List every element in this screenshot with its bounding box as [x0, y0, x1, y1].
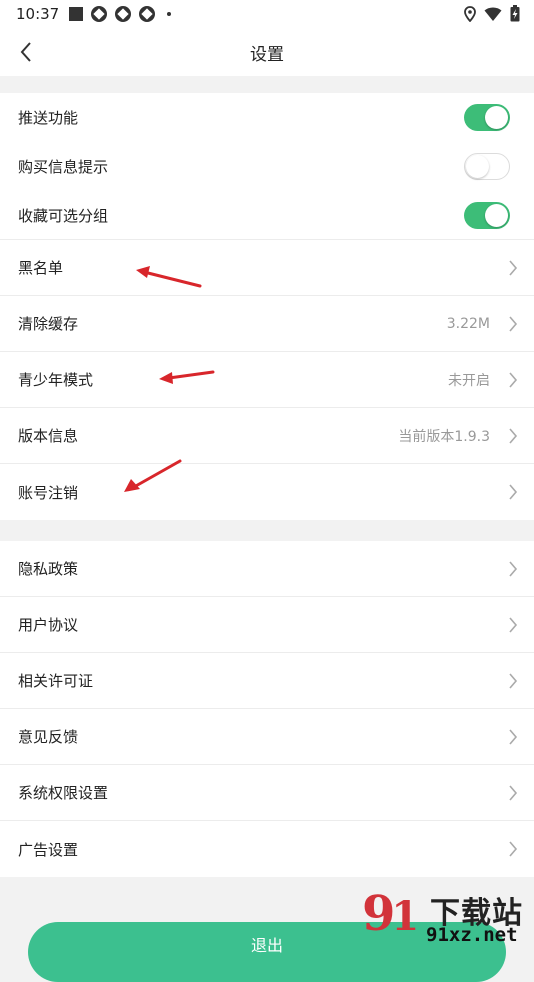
- setting-row-account-cancel[interactable]: 账号注销: [0, 464, 534, 520]
- chevron-right-icon: [506, 259, 520, 277]
- watermark-url: 91xz.net: [426, 924, 518, 946]
- status-bar: 10:37: [0, 0, 534, 28]
- setting-label: 用户协议: [18, 616, 79, 634]
- setting-label: 意见反馈: [18, 728, 79, 746]
- setting-row-ads[interactable]: 广告设置: [0, 821, 534, 877]
- dot-icon: [167, 12, 172, 16]
- chevron-right-icon: [506, 483, 520, 501]
- setting-row-blacklist[interactable]: 黑名单: [0, 240, 534, 296]
- toggle-knob: [466, 155, 489, 178]
- chevron-right-icon: [506, 560, 520, 578]
- setting-row-purchase-info: 购买信息提示: [0, 142, 534, 191]
- chevron-right-icon: [506, 728, 520, 746]
- battery-charging-icon: [510, 5, 520, 22]
- setting-row-licenses[interactable]: 相关许可证: [0, 653, 534, 709]
- status-time: 10:37: [16, 5, 60, 23]
- setting-row-favorite-group: 收藏可选分组: [0, 191, 534, 240]
- setting-label: 相关许可证: [18, 672, 94, 690]
- setting-row-feedback[interactable]: 意见反馈: [0, 709, 534, 765]
- stop-square-icon: [69, 7, 84, 21]
- purchase-info-toggle[interactable]: [464, 153, 510, 180]
- status-icons-left: [69, 6, 172, 22]
- app-icon: [91, 6, 108, 22]
- page-title: 设置: [250, 45, 284, 65]
- version-value: 当前版本1.9.3: [398, 428, 490, 445]
- setting-label: 推送功能: [18, 109, 79, 127]
- favorite-group-toggle[interactable]: [464, 201, 510, 229]
- setting-label: 青少年模式: [18, 371, 94, 389]
- setting-row-permissions[interactable]: 系统权限设置: [0, 765, 534, 821]
- setting-label: 清除缓存: [18, 315, 79, 333]
- setting-label: 隐私政策: [18, 560, 79, 578]
- push-toggle[interactable]: [464, 104, 510, 131]
- setting-row-push: 推送功能: [0, 93, 534, 142]
- watermark-digits: 91: [362, 886, 419, 942]
- chevron-right-icon: [506, 840, 520, 858]
- setting-row-user-agreement[interactable]: 用户协议: [0, 597, 534, 653]
- chevron-right-icon: [506, 371, 520, 389]
- chevron-right-icon: [506, 672, 520, 690]
- setting-label: 账号注销: [18, 483, 79, 502]
- app-icon: [115, 6, 132, 22]
- setting-label: 收藏可选分组: [18, 206, 109, 225]
- setting-row-teen-mode[interactable]: 青少年模式 未开启: [0, 352, 534, 408]
- chevron-right-icon: [506, 427, 520, 445]
- setting-row-privacy[interactable]: 隐私政策: [0, 541, 534, 597]
- setting-label: 黑名单: [18, 259, 64, 277]
- wifi-icon: [484, 7, 502, 21]
- teen-mode-value: 未开启: [448, 372, 490, 389]
- chevron-right-icon: [506, 315, 520, 333]
- chevron-right-icon: [506, 616, 520, 634]
- chevron-right-icon: [506, 784, 520, 802]
- status-icons-right: [464, 5, 520, 22]
- setting-label: 版本信息: [18, 427, 79, 445]
- cache-size-value: 3.22M: [446, 315, 490, 332]
- watermark-logo: 91 下载站 91xz.net: [360, 886, 530, 948]
- toggle-knob: [485, 106, 508, 129]
- location-icon: [464, 5, 476, 22]
- setting-label: 广告设置: [18, 840, 79, 859]
- setting-label: 系统权限设置: [18, 784, 109, 802]
- nav-bar: 设置: [0, 28, 534, 76]
- toggle-knob: [485, 203, 508, 227]
- info-group: 隐私政策 用户协议 相关许可证 意见反馈 系统权限设置 广告设置: [0, 541, 534, 877]
- setting-row-version[interactable]: 版本信息 当前版本1.9.3: [0, 408, 534, 464]
- setting-row-clear-cache[interactable]: 清除缓存 3.22M: [0, 296, 534, 352]
- setting-label: 购买信息提示: [18, 158, 109, 176]
- app-icon: [139, 6, 156, 22]
- toggle-group: 推送功能 购买信息提示 收藏可选分组 黑名单 清除缓存 3.22M 青少年模式 …: [0, 93, 534, 520]
